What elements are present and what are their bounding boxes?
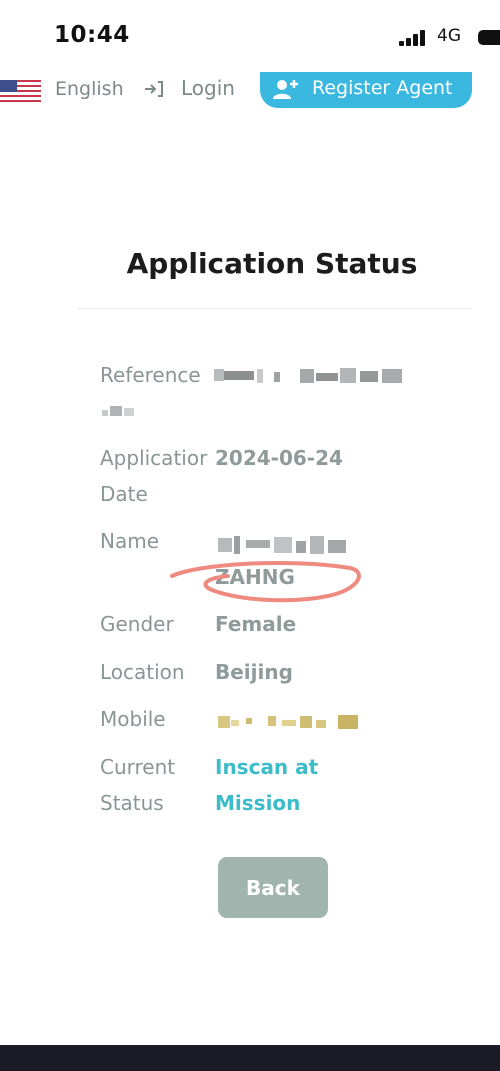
- status-bar: 10:44 4G: [0, 0, 500, 76]
- current-status-label: Current Status: [100, 755, 176, 815]
- annotation-circle: [168, 556, 364, 610]
- signal-icon: [399, 30, 431, 46]
- top-nav: English Login Register Agent: [0, 72, 500, 110]
- reference-value-redacted: [214, 367, 410, 389]
- reference-label: Reference: [100, 363, 201, 387]
- current-status-value: Inscan at Mission: [215, 755, 319, 815]
- divider: [77, 308, 471, 309]
- page-title: Application Status: [126, 247, 418, 280]
- location-value: Beijing: [215, 660, 293, 684]
- gender-label: Gender: [100, 612, 174, 636]
- bottom-bar: [0, 1045, 500, 1071]
- us-flag-icon: [0, 80, 41, 102]
- application-date-label: Applicatior Date: [100, 446, 208, 506]
- mobile-label: Mobile: [100, 707, 166, 731]
- reference-value-redacted-cont: [102, 403, 136, 422]
- login-link[interactable]: Login: [181, 76, 235, 100]
- network-type: 4G: [437, 26, 461, 46]
- battery-icon: [478, 30, 500, 45]
- register-agent-label: Register Agent: [312, 77, 453, 99]
- login-icon[interactable]: [143, 80, 165, 98]
- add-user-icon: [272, 78, 300, 100]
- name-label: Name: [100, 529, 160, 553]
- clock: 10:44: [54, 22, 130, 48]
- application-date-value: 2024-06-24: [215, 446, 343, 470]
- location-label: Location: [100, 660, 185, 684]
- back-button[interactable]: Back: [218, 857, 328, 918]
- gender-value: Female: [215, 612, 297, 636]
- register-agent-button[interactable]: Register Agent: [260, 72, 472, 108]
- mobile-value-redacted: [218, 712, 360, 734]
- language-selector[interactable]: English: [55, 78, 124, 100]
